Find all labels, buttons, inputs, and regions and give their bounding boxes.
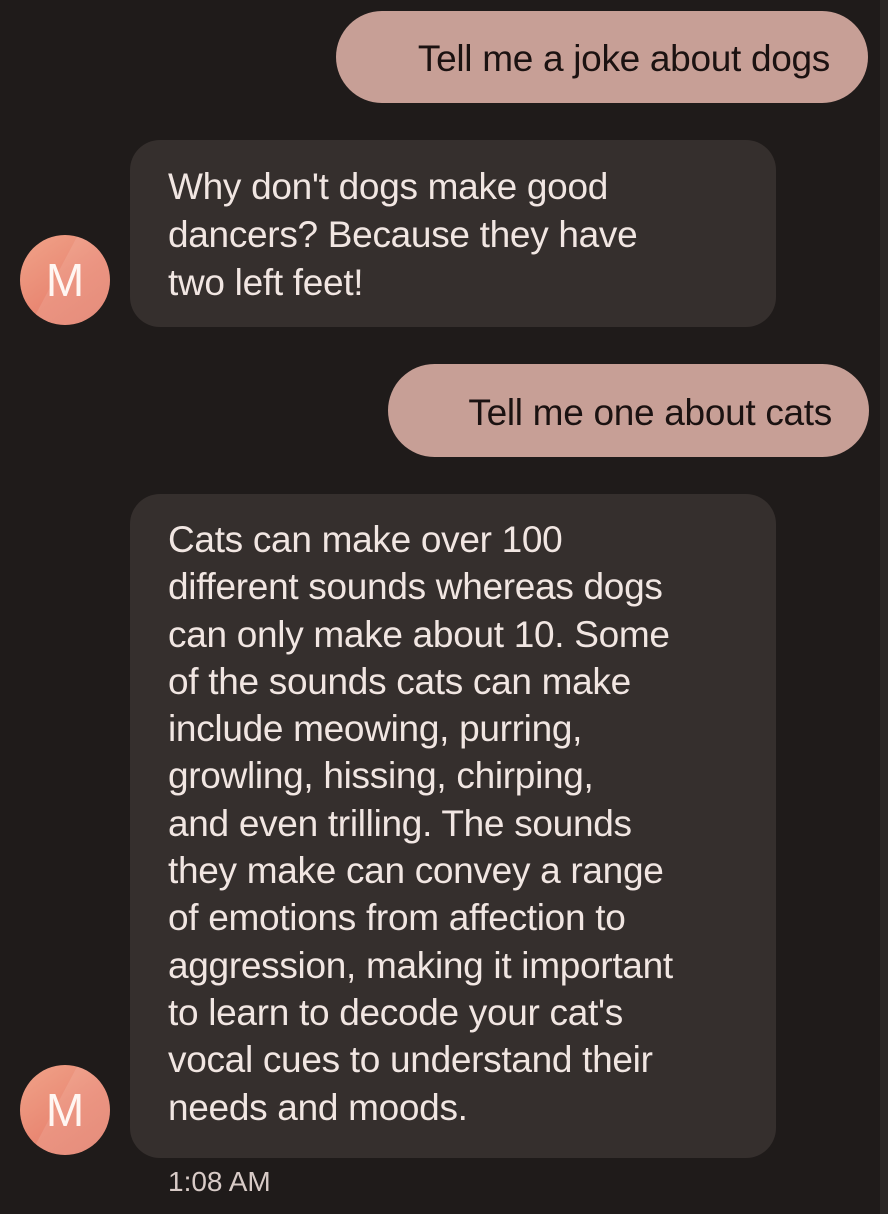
message-timestamp: 1:08 AM	[168, 1166, 271, 1197]
screen-edge	[880, 0, 888, 1214]
assistant-message-line: include meowing, purring,	[168, 708, 583, 750]
assistant-message-line: vocal cues to understand their	[168, 1039, 653, 1081]
user-message-text: Tell me a joke about dogs	[417, 38, 830, 79]
assistant-message-line: they make can convey a range	[168, 850, 664, 892]
assistant-message-line: growling, hissing, chirping,	[168, 755, 594, 797]
assistant-message-bubble[interactable]: Cats can make over 100 different sounds …	[130, 494, 776, 1158]
avatar-letter: M	[45, 1084, 85, 1136]
user-message-text: Tell me one about cats	[468, 392, 832, 433]
user-message-bubble[interactable]: Tell me one about cats	[388, 364, 869, 457]
assistant-message-line: needs and moods.	[168, 1086, 468, 1128]
assistant-message-line: can only make about 10. Some	[168, 613, 670, 655]
assistant-message-line: aggression, making it important	[168, 944, 673, 986]
assistant-message-line: and even trilling. The sounds	[168, 802, 632, 844]
chat-screen: Tell me a joke about dogs Why don't dogs…	[0, 0, 888, 1214]
assistant-avatar-icon[interactable]: M	[20, 235, 110, 325]
assistant-message-line: dancers? Because they have	[168, 214, 638, 255]
assistant-avatar-icon[interactable]: M	[20, 1065, 110, 1155]
user-message-bubble[interactable]: Tell me a joke about dogs	[336, 11, 868, 103]
assistant-message-line: two left feet!	[168, 262, 364, 303]
assistant-message-line: of the sounds cats can make	[168, 660, 631, 702]
assistant-message-line: Cats can make over 100	[168, 519, 563, 560]
assistant-message-line: different sounds whereas dogs	[168, 566, 663, 608]
assistant-message-line: of emotions from affection to	[168, 897, 626, 939]
assistant-message-line: to learn to decode your cat's	[168, 991, 623, 1033]
assistant-message-bubble[interactable]: Why don't dogs make good dancers? Becaus…	[130, 140, 776, 327]
avatar-letter: M	[45, 254, 85, 306]
assistant-message-line: Why don't dogs make good	[168, 166, 609, 207]
